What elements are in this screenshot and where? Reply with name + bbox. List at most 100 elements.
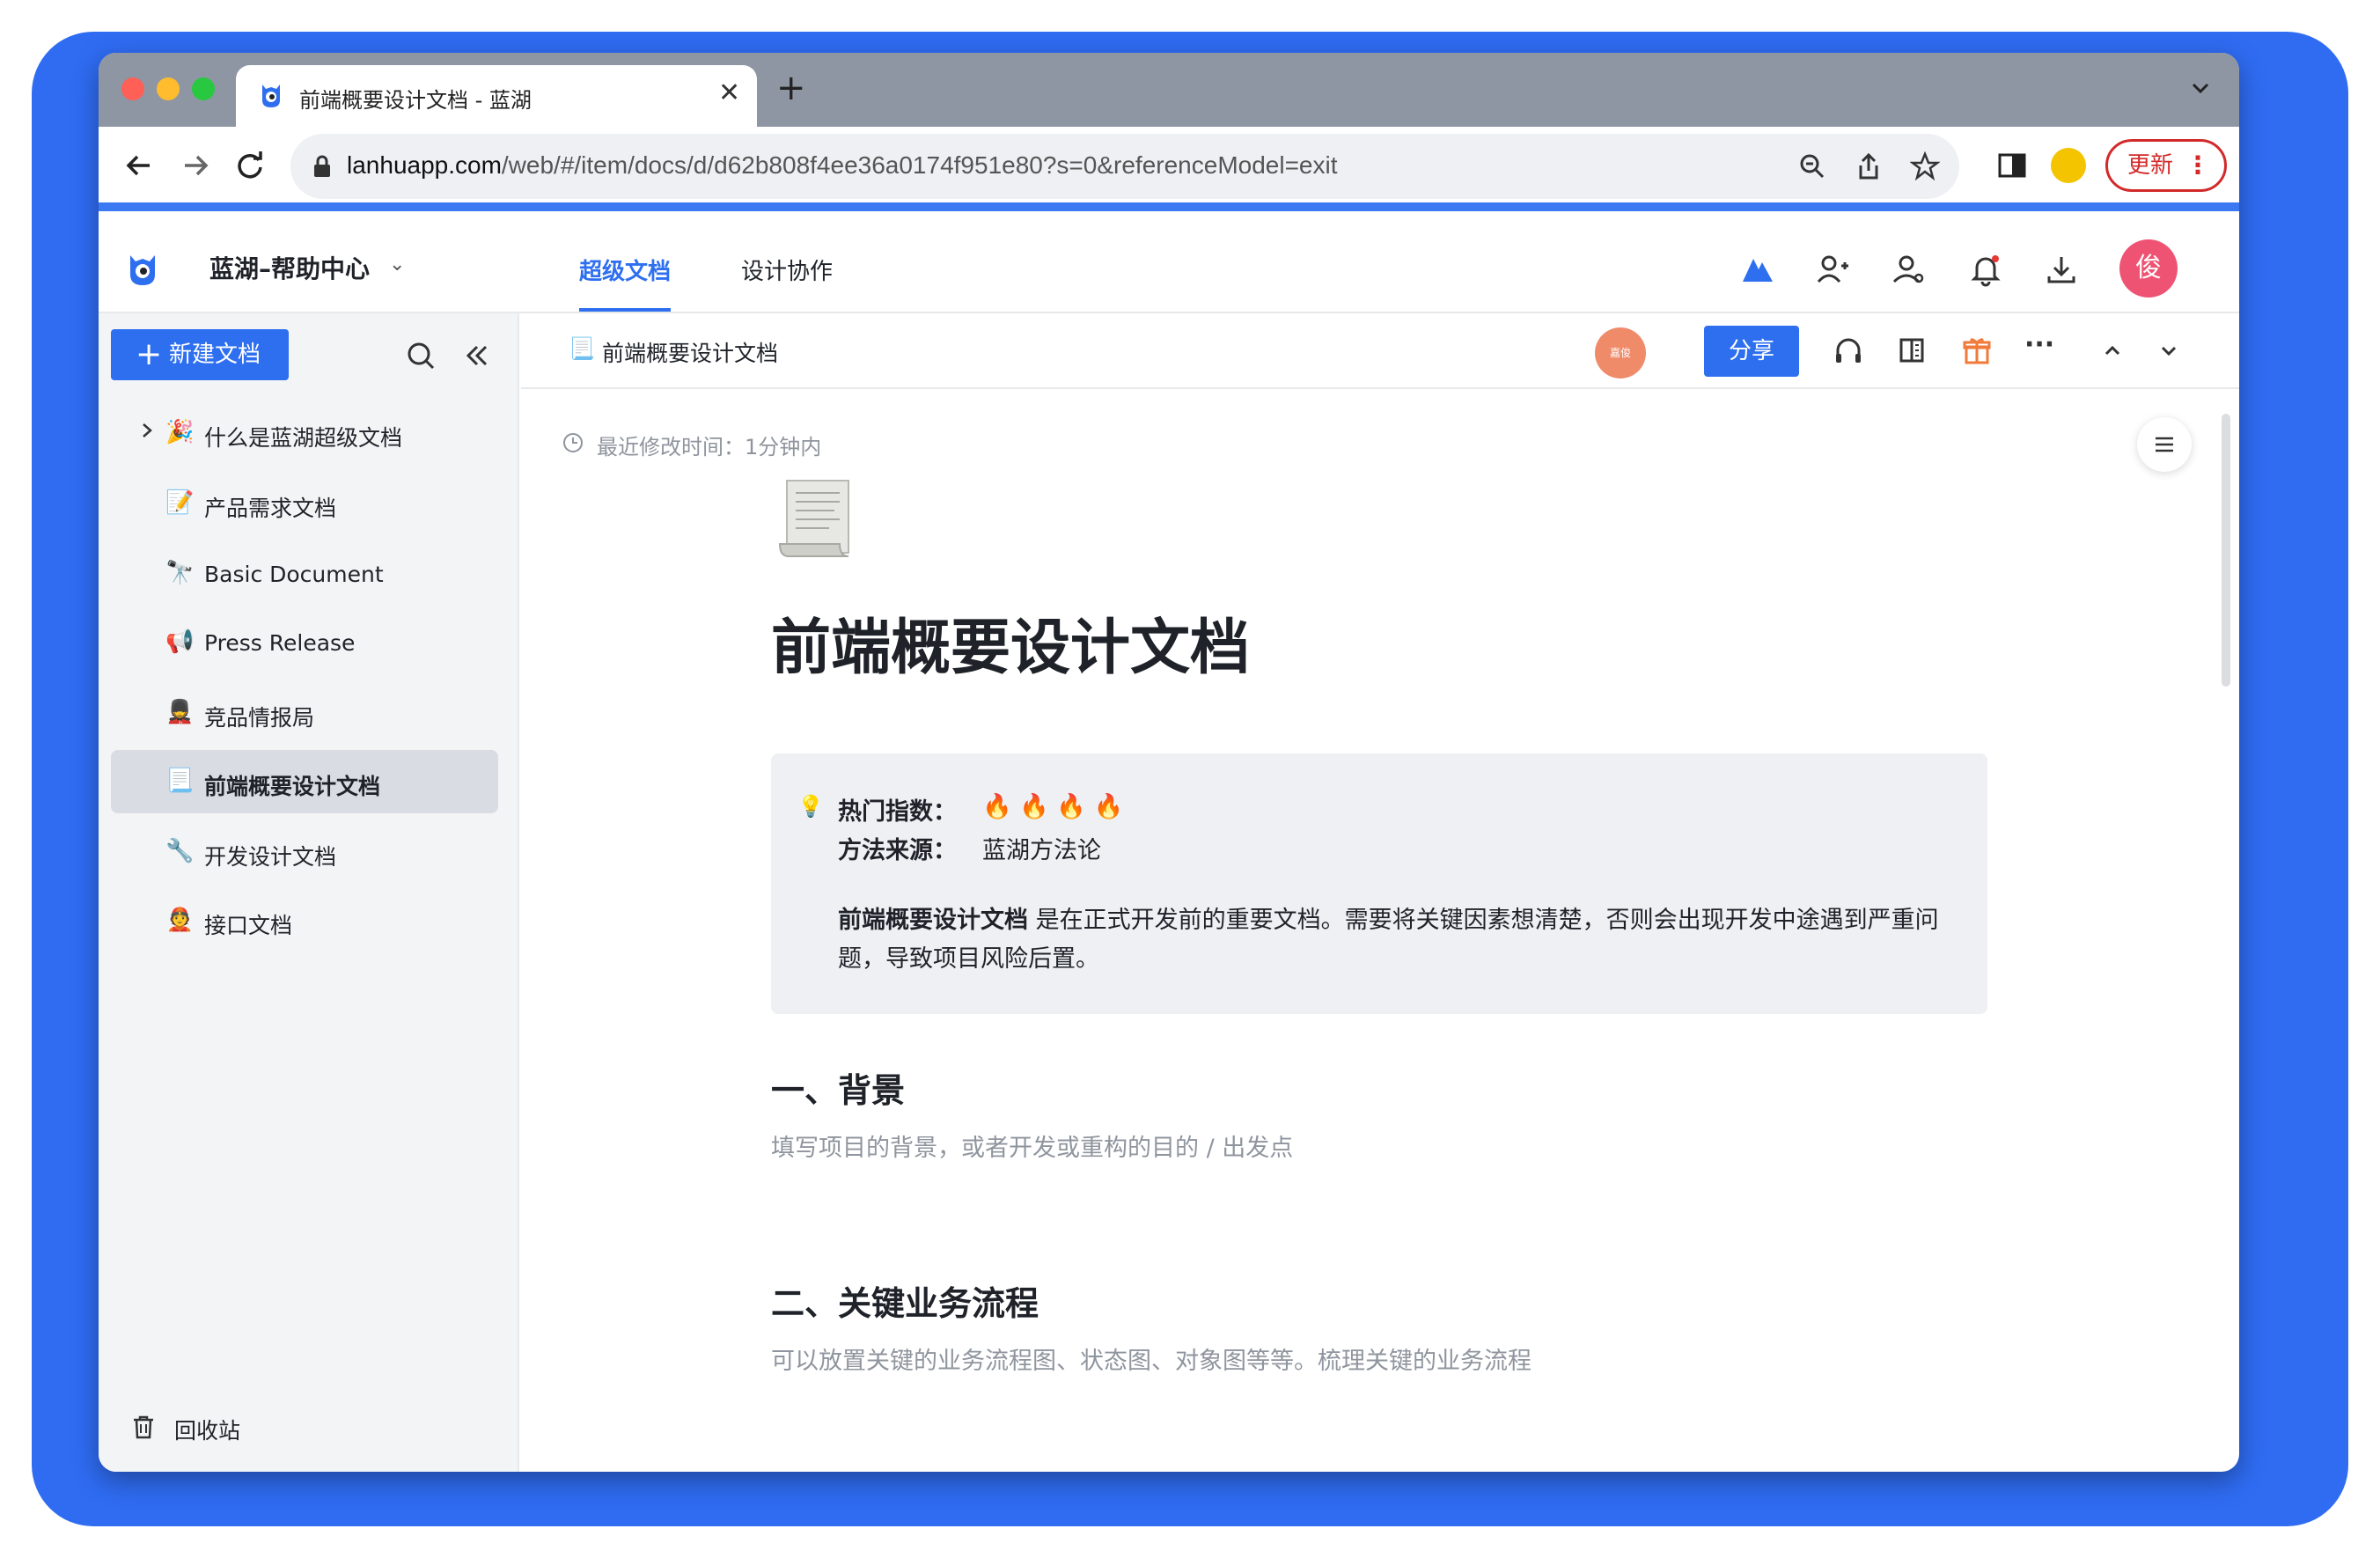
active-tab-indicator — [579, 308, 671, 312]
tab-super-docs[interactable]: 超级文档 — [579, 254, 671, 286]
side-panel-icon[interactable] — [1996, 150, 2028, 181]
sidebar: + 新建文档 🎉 什么是蓝湖超级文档 📝 产品需求文档 🔭 Basic Docu… — [99, 313, 519, 1472]
document-breadcrumb-title: 前端概要设计文档 — [602, 341, 779, 366]
reload-icon[interactable] — [232, 148, 268, 183]
document-title[interactable]: 前端概要设计文档 — [771, 599, 1250, 686]
sidebar-item-prd[interactable]: 📝 产品需求文档 — [111, 472, 498, 535]
extension-icon[interactable] — [2051, 148, 2086, 183]
scroll-icon — [778, 480, 849, 557]
sidebar-item-what-is[interactable]: 🎉 什么是蓝湖超级文档 — [111, 401, 498, 465]
gift-icon[interactable] — [1961, 334, 1993, 366]
sidebar-item-label: 什么是蓝湖超级文档 — [204, 425, 403, 451]
lightbulb-icon: 💡 — [797, 794, 824, 819]
update-label: 更新 — [2127, 152, 2174, 179]
url-text: lanhuapp.com/web/#/item/docs/d/d62b808f4… — [347, 151, 1338, 180]
browser-window: 前端概要设计文档 - 蓝湖 ✕ + lanhuapp.com/web/#/ite… — [99, 53, 2239, 1472]
sidebar-item-label: 前端概要设计文档 — [204, 774, 381, 799]
sidebar-item-label: Basic Document — [204, 562, 384, 587]
close-window-button[interactable] — [121, 77, 144, 100]
minimize-window-button[interactable] — [157, 77, 180, 100]
trash-icon[interactable] — [130, 1414, 157, 1440]
tab-close-icon[interactable]: ✕ — [718, 77, 740, 108]
more-options-icon[interactable]: ··· — [2024, 329, 2056, 361]
tab-search-chevron-icon[interactable] — [2188, 76, 2213, 100]
loudspeaker-icon: 📢 — [165, 628, 195, 655]
callout-paragraph: 前端概要设计文档 是在正式开发前的重要文档。需要将关键因素想清楚，否则会出现开发… — [838, 901, 1973, 979]
chevron-down-icon[interactable] — [2153, 334, 2185, 366]
notification-bell-icon[interactable] — [1968, 252, 2003, 287]
forward-arrow-icon[interactable] — [178, 148, 213, 183]
browser-toolbar: lanhuapp.com/web/#/item/docs/d/d62b808f4… — [99, 127, 2239, 211]
add-member-icon[interactable] — [1815, 252, 1850, 287]
team-icon[interactable] — [1891, 252, 1926, 287]
sidebar-item-basic-document[interactable]: 🔭 Basic Document — [111, 542, 498, 606]
sidebar-item-competitor-intel[interactable]: 💂 竞品情报局 — [111, 681, 498, 745]
split-view-icon[interactable] — [1896, 334, 1928, 366]
chevron-up-icon[interactable] — [2097, 334, 2128, 366]
scroll-icon: 📃 — [569, 336, 595, 361]
bookmark-star-icon[interactable] — [1910, 151, 1940, 181]
sidebar-item-api-doc[interactable]: 👲 接口文档 — [111, 889, 498, 952]
lanhu-logo-icon[interactable] — [125, 252, 160, 287]
zoom-icon[interactable] — [1797, 151, 1827, 181]
section-placeholder-background[interactable]: 填写项目的背景，或者开发或重构的目的 / 出发点 — [771, 1128, 1293, 1163]
share-button[interactable]: 分享 — [1704, 326, 1799, 377]
sidebar-item-label: 竞品情报局 — [204, 705, 315, 731]
url-host: lanhuapp.com — [347, 151, 502, 179]
sidebar-item-dev-design[interactable]: 🔧 开发设计文档 — [111, 820, 498, 884]
browser-menu-icon[interactable]: ⋮ — [2185, 142, 2210, 189]
lanhu-favicon-icon — [262, 85, 280, 107]
workspace-title[interactable]: 蓝湖–帮助中心 — [209, 250, 370, 285]
collapse-sidebar-icon[interactable] — [461, 340, 493, 371]
sidebar-item-label: 产品需求文档 — [204, 496, 337, 521]
search-icon[interactable] — [405, 340, 437, 371]
memo-icon: 📝 — [165, 489, 195, 516]
hot-index-label: 热门指数： — [838, 798, 957, 826]
download-icon[interactable] — [2044, 252, 2079, 287]
scroll-icon: 📃 — [165, 768, 195, 794]
lock-icon — [314, 155, 330, 177]
section-heading-background[interactable]: 一、背景 — [771, 1063, 905, 1112]
method-source-label: 方法来源： — [838, 837, 957, 864]
table-of-contents-button[interactable] — [2137, 417, 2192, 472]
zoom-window-button[interactable] — [192, 77, 215, 100]
telescope-icon: 🔭 — [165, 560, 195, 586]
new-document-label: 新建文档 — [169, 342, 261, 368]
sidebar-item-label: 接口文档 — [204, 913, 293, 938]
callout-block[interactable]: 💡 热门指数： 🔥 🔥 🔥 🔥 方法来源： 蓝湖方法论 前端概要设计文档 是在正… — [771, 753, 1987, 1014]
brand-mountain-icon[interactable] — [1739, 252, 1774, 287]
back-arrow-icon[interactable] — [121, 148, 157, 183]
clock-icon — [563, 433, 583, 452]
update-button[interactable]: 更新 ⋮ — [2105, 139, 2227, 192]
hot-index-value: 🔥 🔥 🔥 🔥 — [982, 793, 1124, 820]
headphones-icon[interactable] — [1833, 334, 1864, 366]
sidebar-item-frontend-design[interactable]: 📃 前端概要设计文档 — [111, 750, 498, 813]
chevron-down-icon[interactable]: ⌄ — [389, 254, 405, 276]
sidebar-item-press-release[interactable]: 📢 Press Release — [111, 611, 498, 674]
new-tab-button[interactable]: + — [776, 70, 806, 106]
browser-tab-active[interactable]: 前端概要设计文档 - 蓝湖 ✕ — [236, 65, 757, 127]
chevron-right-icon[interactable] — [137, 421, 157, 440]
plus-icon: + — [136, 336, 163, 372]
tab-strip: 前端概要设计文档 - 蓝湖 ✕ + — [99, 53, 2239, 127]
last-modified-text: 最近修改时间：1分钟内 — [597, 435, 822, 459]
sidebar-item-label: Press Release — [204, 630, 356, 656]
share-page-icon[interactable] — [1854, 151, 1884, 181]
new-document-button[interactable]: + 新建文档 — [111, 329, 289, 380]
section-placeholder-business-flow[interactable]: 可以放置关键的业务流程图、状态图、对象图等等。梳理关键的业务流程 — [771, 1341, 1532, 1376]
sidebar-item-label: 开发设计文档 — [204, 844, 337, 870]
tab-title: 前端概要设计文档 - 蓝湖 — [299, 88, 532, 113]
url-path: /web/#/item/docs/d/d62b808f4ee36a0174f95… — [501, 151, 1338, 179]
user-avatar[interactable]: 俊 — [2119, 239, 2178, 298]
tab-design-collab[interactable]: 设计协作 — [741, 254, 833, 286]
guard-icon: 💂 — [165, 699, 195, 725]
scrollbar[interactable] — [2222, 414, 2230, 687]
address-bar[interactable]: lanhuapp.com/web/#/item/docs/d/d62b808f4… — [290, 134, 1959, 199]
section-heading-business-flow[interactable]: 二、关键业务流程 — [771, 1276, 1039, 1325]
collaborator-avatar[interactable]: 嘉俊 — [1595, 327, 1646, 378]
trash-label[interactable]: 回收站 — [174, 1414, 240, 1445]
list-icon — [2156, 437, 2173, 452]
callout-para-bold: 前端概要设计文档 — [838, 907, 1028, 934]
person-icon: 👲 — [165, 907, 195, 933]
method-source-value: 蓝湖方法论 — [982, 837, 1101, 864]
